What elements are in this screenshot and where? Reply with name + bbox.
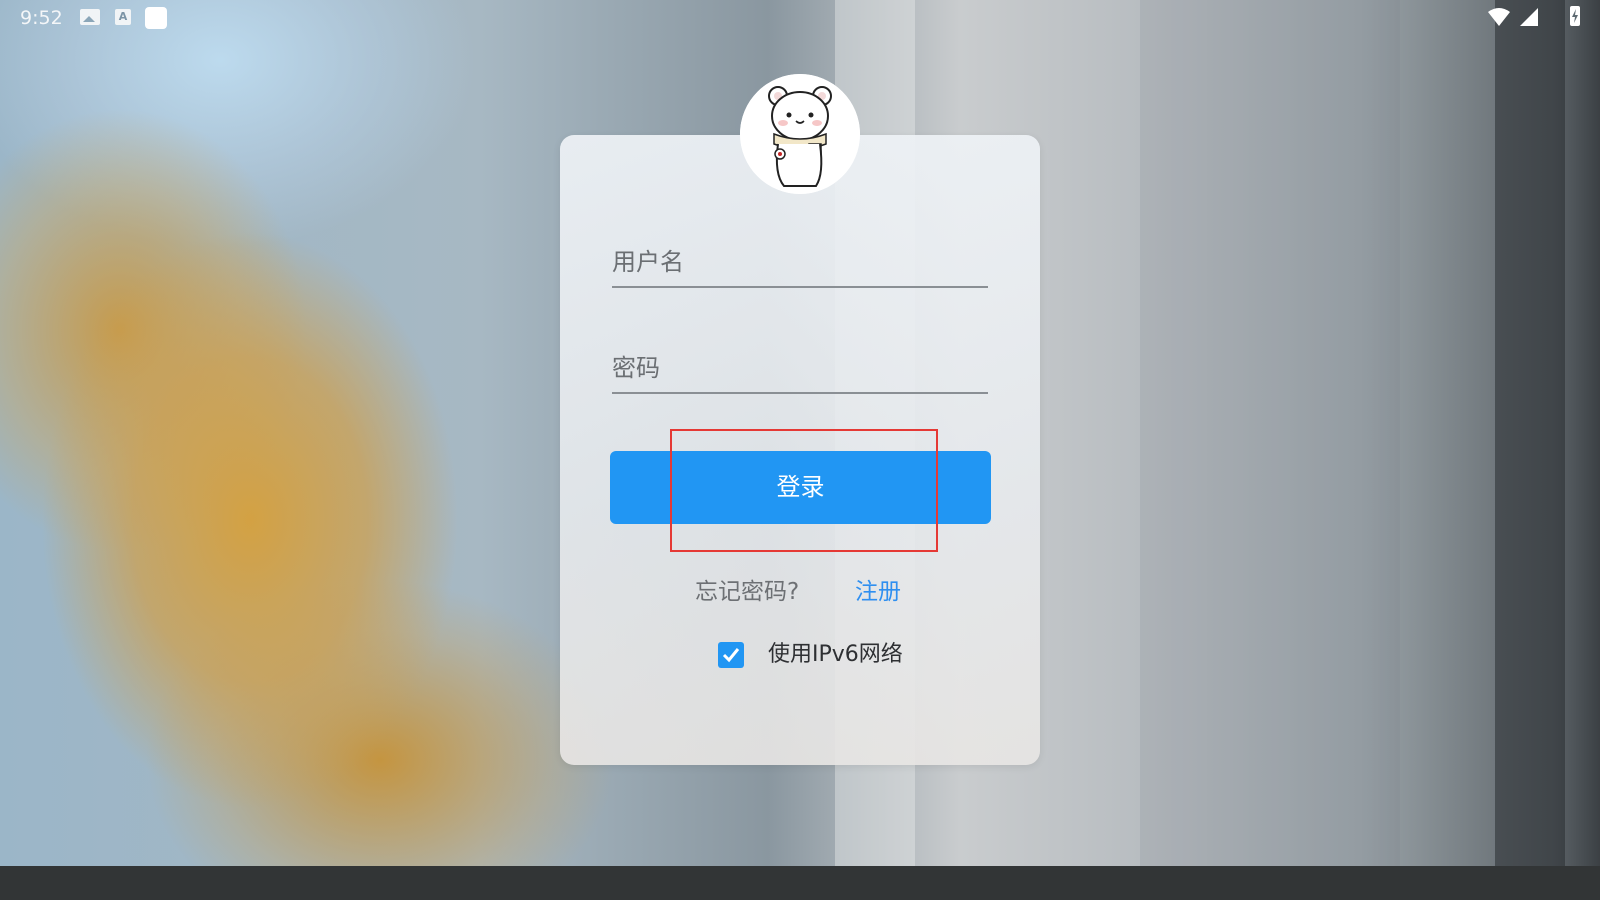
checkmark-icon	[722, 648, 740, 663]
status-bar: 9:52 A	[0, 0, 1600, 36]
username-placeholder: 用户名	[612, 248, 684, 276]
battery-charging-icon	[1570, 6, 1580, 26]
login-screen: 9:52 A 用户名 密码 登录 忘记密码? 注册 使用IPv6网络	[0, 0, 1600, 900]
cell-signal-icon	[1520, 8, 1538, 30]
navigation-bar	[0, 866, 1600, 900]
username-field[interactable]: 用户名	[612, 242, 988, 288]
ipv6-checkbox[interactable]	[718, 642, 744, 668]
background-dark-edge	[1495, 0, 1565, 866]
app-notification-icon	[145, 7, 167, 29]
login-button[interactable]: 登录	[610, 451, 991, 524]
background-shade	[1140, 0, 1400, 866]
wifi-icon	[1488, 8, 1510, 30]
forgot-password-link[interactable]: 忘记密码?	[695, 572, 799, 606]
text-a-notification-icon: A	[115, 9, 131, 25]
status-time: 9:52	[20, 7, 63, 29]
polar-bear-icon	[740, 74, 860, 194]
register-link[interactable]: 注册	[855, 572, 901, 606]
avatar	[740, 74, 860, 194]
password-placeholder: 密码	[612, 354, 660, 382]
ipv6-label: 使用IPv6网络	[768, 642, 903, 667]
password-field[interactable]: 密码	[612, 348, 988, 394]
login-card	[560, 135, 1040, 765]
image-notification-icon	[80, 9, 100, 25]
